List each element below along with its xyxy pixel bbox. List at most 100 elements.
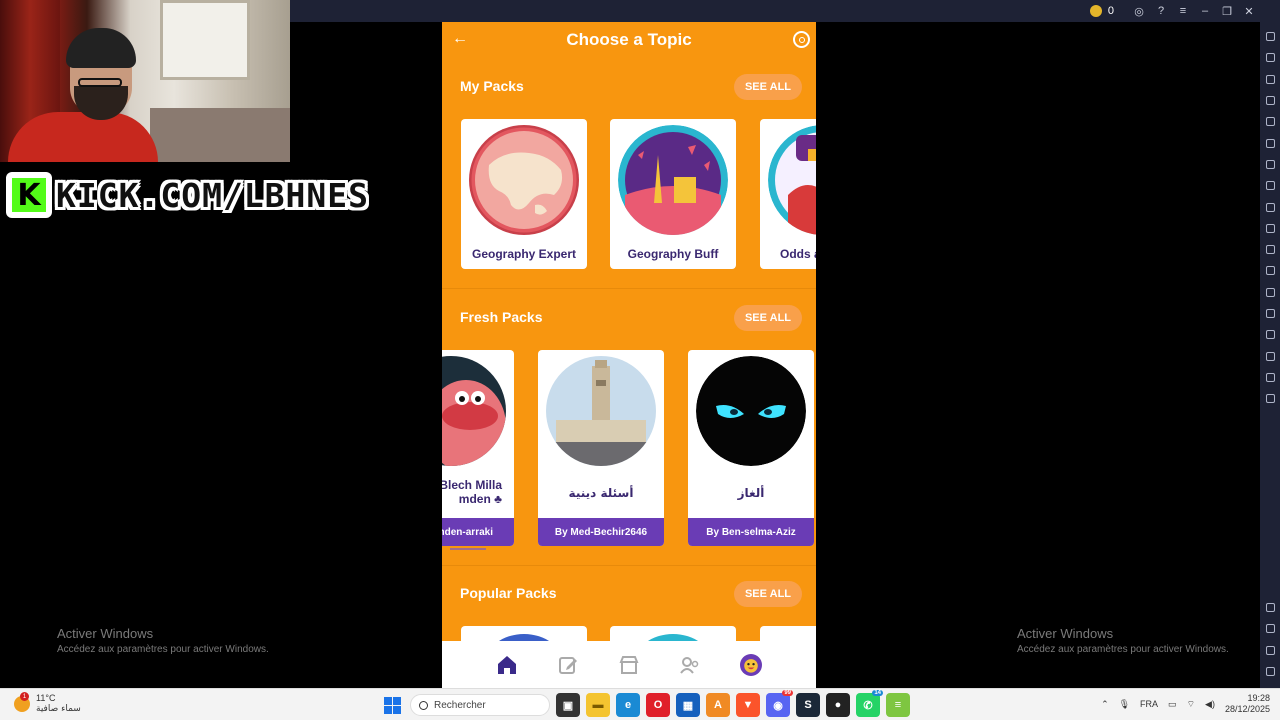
wifi-icon[interactable]: ⌔: [1187, 699, 1195, 710]
desktop: 0 ◎ ? ≡ – ❐ ✕ K KICK.COM/LBHNES ← Choose…: [0, 0, 1280, 720]
pack-card[interactable]: ألغاز By Ben-selma-Aziz: [688, 350, 814, 546]
pack-card[interactable]: [461, 626, 587, 641]
taskbar-search[interactable]: Rechercher: [410, 694, 550, 716]
instance-icon[interactable]: [1260, 388, 1280, 409]
shop-icon[interactable]: [618, 654, 640, 676]
section-popular-packs: Popular Packs SEE ALL: [442, 581, 816, 607]
record-icon[interactable]: [1260, 239, 1280, 260]
sync-icon[interactable]: [1260, 154, 1280, 175]
pack-label: Geography Buff: [627, 247, 719, 261]
kick-url: KICK.COM/LBHNES: [56, 175, 370, 215]
minimize-icon[interactable]: –: [1194, 0, 1216, 22]
search-icon[interactable]: [793, 31, 810, 48]
clock[interactable]: 19:28 28/12/2025: [1225, 693, 1270, 715]
home-nav-icon[interactable]: [1260, 639, 1280, 660]
restore-icon[interactable]: ❐: [1216, 0, 1238, 22]
coin-counter[interactable]: 0: [1089, 5, 1114, 17]
coin-icon: [1089, 5, 1102, 17]
display-icon[interactable]: ▭: [1168, 699, 1177, 710]
back-arrow-icon[interactable]: ←: [452, 30, 468, 48]
language-indicator[interactable]: FRA: [1140, 699, 1158, 709]
app-a-icon[interactable]: A: [706, 693, 730, 717]
app-screen: ← Choose a Topic My Packs SEE ALL Geogra…: [442, 22, 816, 688]
see-all-button[interactable]: SEE ALL: [734, 74, 802, 100]
media-icon[interactable]: [1260, 69, 1280, 90]
activate-windows-watermark-left: Activer Windows Accédez aux paramètres p…: [57, 626, 269, 655]
section-title: My Packs: [460, 78, 524, 94]
pack-card[interactable]: Blech Milla mden ♣ nden-arraki: [442, 350, 514, 546]
friends-icon[interactable]: [679, 654, 701, 676]
weather-icon: 1: [14, 692, 30, 712]
see-all-button[interactable]: SEE ALL: [734, 581, 802, 607]
pack-label: Blech Milla mden ♣: [442, 478, 502, 506]
taskbar-apps: Rechercher ▣ ▬ e O ▦ A ▼ ◉ 99 S ● ✆ 14 ≡: [380, 690, 910, 717]
section-divider: [442, 565, 816, 566]
emulator-sidebar: [1260, 0, 1280, 688]
glowing-eyes-image: [696, 356, 806, 466]
section-fresh-packs: Fresh Packs SEE ALL: [442, 305, 816, 331]
pack-card[interactable]: [760, 626, 816, 641]
home-icon[interactable]: [496, 654, 518, 676]
pack-card[interactable]: Odds a: [760, 119, 816, 269]
emulator-titlebar: 0 ◎ ? ≡ – ❐ ✕: [290, 0, 1260, 22]
account-icon[interactable]: ◎: [1128, 0, 1150, 22]
menu-icon[interactable]: ≡: [1172, 0, 1194, 22]
odds-image: [768, 125, 816, 235]
section-title: Fresh Packs: [460, 309, 543, 325]
gamepad-icon[interactable]: [1260, 111, 1280, 132]
pack-label: Odds a: [780, 247, 816, 261]
pack-card[interactable]: Geography Buff: [610, 119, 736, 269]
close-icon[interactable]: ✕: [1238, 0, 1260, 22]
recents-nav-icon[interactable]: [1260, 661, 1280, 682]
edge-icon[interactable]: e: [616, 693, 640, 717]
settings-icon[interactable]: [1260, 597, 1280, 618]
bluestacks-icon[interactable]: ≡: [886, 693, 910, 717]
obs-icon[interactable]: ●: [826, 693, 850, 717]
weather-widget[interactable]: 1 11°C سماء صافية: [14, 692, 81, 715]
start-icon[interactable]: [380, 693, 404, 717]
fullscreen-icon[interactable]: [1260, 26, 1280, 47]
pack-card[interactable]: أسئلة دينية By Med-Bechir2646: [538, 350, 664, 546]
edit-icon[interactable]: [557, 654, 579, 676]
search-placeholder: Rechercher: [434, 699, 486, 711]
temperature: 11°C: [36, 693, 56, 703]
file-explorer-icon[interactable]: ▬: [586, 693, 610, 717]
pack-label: Geography Expert: [471, 247, 577, 261]
emulator-sidebar-bottom: [1260, 597, 1280, 682]
whatsapp-icon[interactable]: ✆ 14: [856, 690, 883, 717]
profile-avatar[interactable]: [740, 653, 763, 676]
airplane-icon[interactable]: [1260, 282, 1280, 303]
steam-icon[interactable]: S: [796, 693, 820, 717]
eco-icon[interactable]: [1260, 324, 1280, 345]
back-nav-icon[interactable]: [1260, 618, 1280, 639]
layers-icon[interactable]: [1260, 367, 1280, 388]
help-icon[interactable]: ?: [1150, 0, 1172, 22]
screenshot-icon[interactable]: [1260, 218, 1280, 239]
microphone-icon[interactable]: 🎙: [1119, 699, 1130, 710]
app-topbar: ← Choose a Topic: [442, 22, 816, 58]
kick-logo: K: [6, 172, 52, 218]
task-view-icon[interactable]: ▣: [556, 693, 580, 717]
mosque-image: [546, 356, 656, 466]
windows-taskbar: 1 11°C سماء صافية Rechercher ▣ ▬ e O ▦ A…: [0, 688, 1280, 720]
rotate-icon[interactable]: [1260, 132, 1280, 153]
webcam-window: [160, 0, 250, 80]
location-icon[interactable]: [1260, 345, 1280, 366]
section-my-packs: My Packs SEE ALL: [442, 74, 816, 100]
see-all-button[interactable]: SEE ALL: [734, 305, 802, 331]
pack-card[interactable]: Geography Expert: [461, 119, 587, 269]
chevron-up-icon[interactable]: ⌃: [1101, 699, 1109, 710]
macro-icon[interactable]: [1260, 175, 1280, 196]
pack-card[interactable]: [610, 626, 736, 641]
gallery-icon[interactable]: [1260, 260, 1280, 281]
webcam-bed: [150, 108, 290, 162]
keyboard-icon[interactable]: [1260, 90, 1280, 111]
brave-icon[interactable]: ▼: [736, 693, 760, 717]
discord-icon[interactable]: ◉ 99: [766, 690, 793, 717]
volume-icon[interactable]: [1260, 47, 1280, 68]
opera-icon[interactable]: O: [646, 693, 670, 717]
performance-icon[interactable]: [1260, 196, 1280, 217]
volume-icon[interactable]: ◀): [1205, 699, 1215, 710]
store-icon[interactable]: ▦: [676, 693, 700, 717]
files-icon[interactable]: [1260, 303, 1280, 324]
